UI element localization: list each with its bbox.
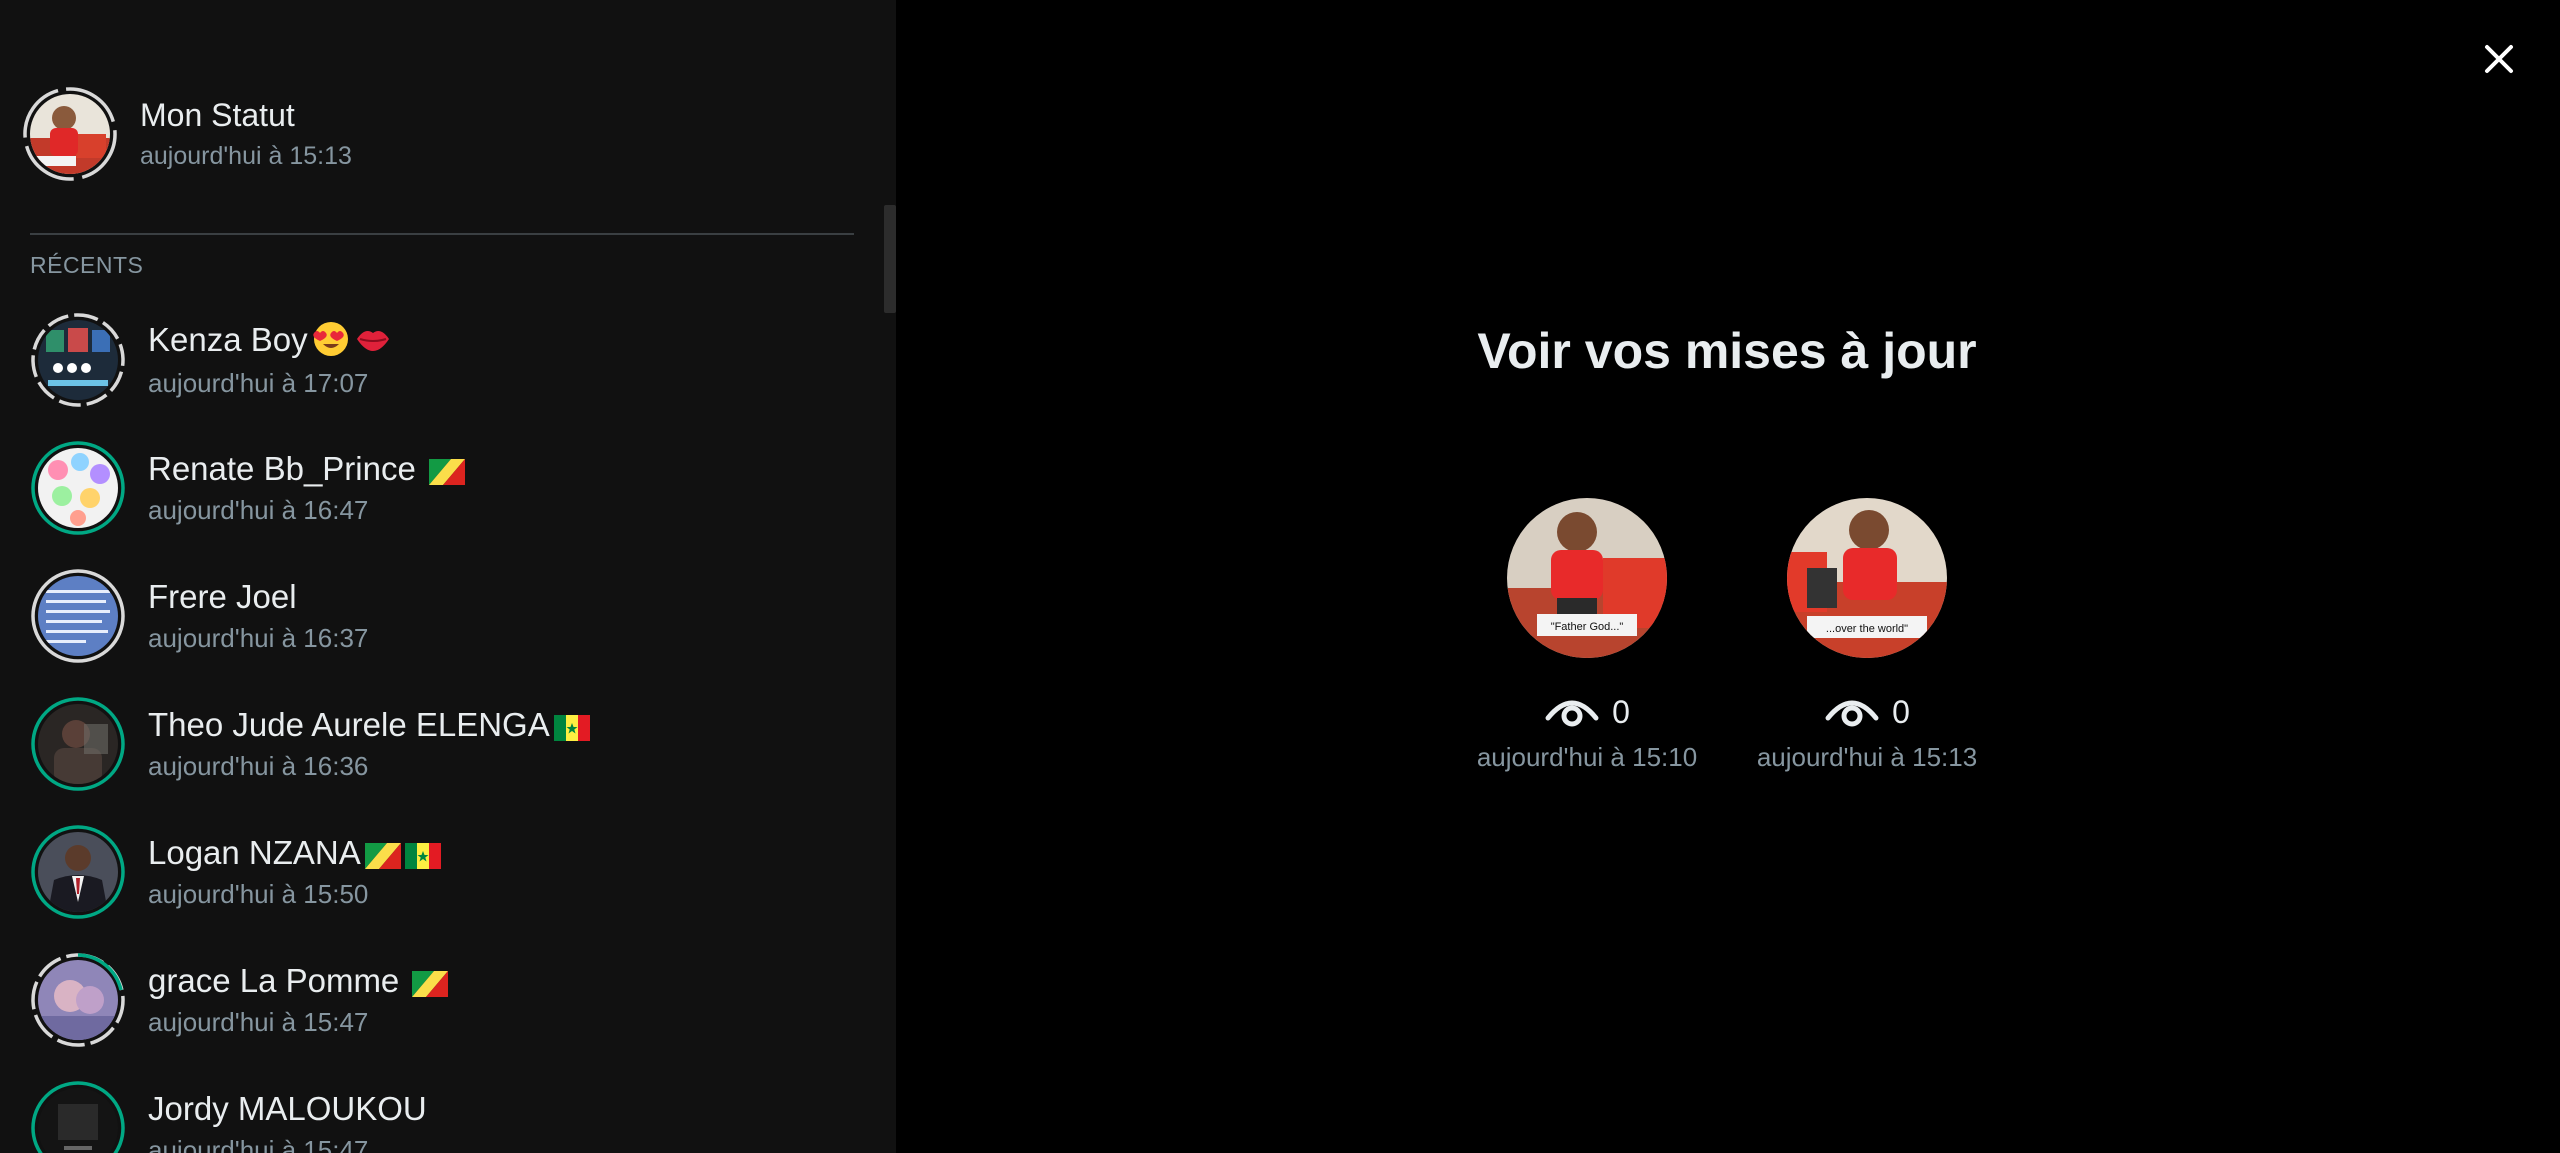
senegal-flag — [553, 710, 590, 742]
thumbnail-caption: "Father God..." — [1551, 621, 1624, 633]
view-count-value: 0 — [1892, 693, 1910, 730]
eye-icon — [1545, 700, 1599, 727]
status-time: aujourd'hui à 16:47 — [148, 495, 369, 525]
status-time: aujourd'hui à 15:50 — [148, 879, 369, 909]
my-update-item[interactable]: "Father God..." 0 aujourd'hui à 15:10 — [1457, 498, 1717, 774]
status-time: aujourd'hui à 16:36 — [148, 751, 369, 781]
recent-section-label: RÉCENTS — [30, 252, 144, 278]
status-item-renate-bb-prince[interactable]: Renate Bb_Prince aujourd'hui à 16:47 — [0, 424, 880, 552]
status-item-grace-la-pomme[interactable]: grace La Pomme aujourd'hui à 15:47 — [0, 936, 880, 1064]
view-count-value: 0 — [1612, 693, 1630, 730]
status-item-theo-jude-aurele-elenga[interactable]: Theo Jude Aurele ELENGA aujourd'hui à 16… — [0, 680, 880, 808]
status-item-kenza-boy[interactable]: Kenza Boy aujourd'hui à 17:07 — [0, 296, 880, 424]
my-status-time: aujourd'hui à 15:13 — [140, 142, 352, 170]
page-title: Voir vos mises à jour — [1477, 323, 1977, 379]
contact-name: Logan NZANA — [148, 834, 361, 871]
update-thumbnail: "Father God..." — [1507, 498, 1667, 658]
status-detail-panel — [896, 0, 2560, 1153]
status-list-panel: Mon Statut aujourd'hui à 15:13 RÉCENTS K… — [0, 0, 896, 1153]
eye-icon — [1825, 700, 1879, 727]
update-thumbnail: ...over the world" — [1787, 498, 1947, 658]
contact-name: grace La Pomme — [148, 962, 409, 999]
avatar — [30, 696, 126, 792]
congo-flag — [412, 966, 449, 998]
senegal-flag — [404, 838, 441, 870]
status-time: aujourd'hui à 15:47 — [148, 1007, 369, 1037]
status-item-jordy-maloukou[interactable]: Jordy MALOUKOU aujourd'hui à 15:47 — [0, 1064, 880, 1153]
avatar — [30, 312, 126, 408]
close-button[interactable] — [2474, 34, 2524, 84]
view-count: 0 — [1737, 692, 1997, 732]
avatar — [30, 824, 126, 920]
status-item-logan-nzana[interactable]: Logan NZANA aujourd'hui à 15:50 — [0, 808, 880, 936]
contact-name: Kenza Boy — [148, 321, 308, 359]
my-status-avatar — [22, 86, 118, 182]
thumbnail-caption: ...over the world" — [1826, 623, 1908, 635]
avatar — [30, 952, 126, 1048]
recent-status-list: Kenza Boy aujourd'hui à 17:07 Renate Bb_… — [0, 296, 880, 1153]
update-time: aujourd'hui à 15:13 — [1756, 742, 1978, 772]
contact-name: Frere Joel — [148, 578, 297, 615]
contact-name: Jordy MALOUKOU — [148, 1090, 427, 1127]
congo-flag — [364, 838, 401, 870]
status-time: aujourd'hui à 16:37 — [148, 623, 369, 653]
my-update-item[interactable]: ...over the world" 0 aujourd'hui à 15:13 — [1737, 498, 1997, 774]
divider — [30, 233, 854, 235]
contact-name: Renate Bb_Prince — [148, 450, 426, 487]
lips-emoji — [354, 323, 392, 355]
status-viewer: Mon Statut aujourd'hui à 15:13 RÉCENTS K… — [0, 0, 2560, 1153]
avatar — [30, 568, 126, 664]
scrollbar-thumb[interactable] — [884, 205, 896, 313]
my-status-row[interactable]: Mon Statut aujourd'hui à 15:13 — [22, 86, 842, 182]
contact-name: Theo Jude Aurele ELENGA — [148, 706, 550, 743]
heart-eyes-emoji — [312, 320, 350, 358]
my-status-title: Mon Statut — [140, 97, 295, 133]
avatar — [30, 440, 126, 536]
avatar — [30, 1080, 126, 1153]
congo-flag — [429, 454, 466, 486]
status-time: aujourd'hui à 17:07 — [148, 367, 369, 398]
close-icon — [2485, 45, 2513, 73]
view-count: 0 — [1457, 692, 1717, 732]
status-time: aujourd'hui à 15:47 — [148, 1135, 369, 1153]
update-time: aujourd'hui à 15:10 — [1476, 742, 1698, 772]
status-item-frere-joel[interactable]: Frere Joel aujourd'hui à 16:37 — [0, 552, 880, 680]
